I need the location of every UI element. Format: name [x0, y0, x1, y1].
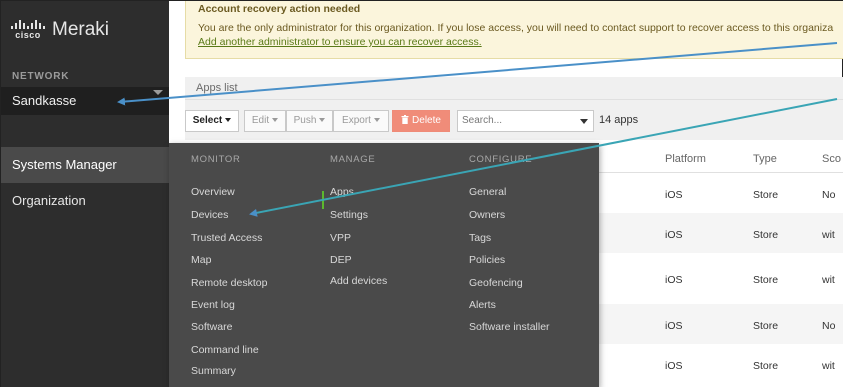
menu-header-manage: MANAGE	[330, 154, 376, 165]
account-recovery-alert: Account recovery action needed You are t…	[185, 1, 843, 59]
select-label: Select	[192, 115, 223, 126]
cell-type: Store	[753, 229, 779, 241]
menu-item-command-line[interactable]: Command line	[191, 344, 259, 356]
menu-item-summary[interactable]: Summary	[191, 365, 236, 377]
cell-scope: wit	[822, 360, 835, 372]
menu-item-overview[interactable]: Overview	[191, 186, 235, 198]
panel-header: Apps list	[185, 77, 843, 100]
menu-item-owners[interactable]: Owners	[469, 209, 505, 221]
menu-item-geofencing[interactable]: Geofencing	[469, 277, 523, 289]
column-header-platform[interactable]: Platform	[665, 153, 706, 165]
sidebar-item-label: Systems Manager	[12, 157, 117, 172]
menu-header-configure: CONFIGURE	[469, 154, 533, 165]
trash-icon	[401, 115, 409, 124]
apps-toolbar: Select Edit Push Export Delete Search...…	[185, 100, 843, 140]
cell-scope: wit	[822, 274, 835, 286]
menu-item-software-installer[interactable]: Software installer	[469, 321, 550, 333]
menu-item-dep[interactable]: DEP	[330, 254, 352, 266]
menu-header-monitor: MONITOR	[191, 154, 241, 165]
systems-manager-menu: MONITOR MANAGE CONFIGURE Overview Device…	[169, 143, 599, 387]
caret-down-icon	[272, 118, 279, 123]
search-input[interactable]: Search...	[457, 110, 594, 132]
cell-scope: wit	[822, 229, 835, 241]
push-button[interactable]: Push	[286, 110, 333, 132]
network-label: NETWORK	[12, 71, 70, 82]
menu-item-add-devices[interactable]: Add devices	[330, 275, 387, 287]
export-label: Export	[342, 115, 371, 126]
chevron-down-icon[interactable]	[580, 119, 588, 124]
cell-scope: No	[822, 189, 836, 201]
edit-label: Edit	[251, 115, 270, 126]
cell-type: Store	[753, 189, 779, 201]
meraki-wordmark: Meraki	[52, 19, 110, 40]
cell-platform: iOS	[665, 229, 683, 241]
alert-body: You are the only administrator for this …	[198, 22, 834, 34]
cell-platform: iOS	[665, 189, 683, 201]
network-name: Sandkasse	[12, 93, 77, 108]
cisco-wordmark: cisco	[15, 30, 41, 40]
column-header-type[interactable]: Type	[753, 153, 777, 165]
menu-item-event-log[interactable]: Event log	[191, 299, 235, 311]
sidebar-item-organization[interactable]: Organization	[12, 193, 86, 208]
active-indicator	[322, 191, 324, 209]
menu-item-trusted-access[interactable]: Trusted Access	[191, 232, 262, 244]
menu-item-map[interactable]: Map	[191, 254, 211, 266]
menu-item-remote-desktop[interactable]: Remote desktop	[191, 277, 267, 289]
menu-item-software[interactable]: Software	[191, 321, 232, 333]
cell-type: Store	[753, 274, 779, 286]
cisco-meraki-logo[interactable]: cisco Meraki	[11, 19, 109, 41]
menu-item-policies[interactable]: Policies	[469, 254, 505, 266]
search-placeholder: Search...	[462, 115, 503, 126]
chevron-down-icon	[153, 90, 163, 95]
cell-platform: iOS	[665, 274, 683, 286]
menu-item-tags[interactable]: Tags	[469, 232, 491, 244]
caret-down-icon	[225, 118, 232, 123]
push-label: Push	[293, 115, 317, 126]
add-administrator-link[interactable]: Add another administrator to ensure you …	[198, 36, 831, 48]
network-selector[interactable]: Sandkasse	[1, 87, 169, 115]
caret-down-icon	[319, 118, 326, 123]
menu-item-apps[interactable]: Apps	[330, 186, 354, 198]
delete-button[interactable]: Delete	[392, 110, 450, 132]
sidebar: cisco Meraki NETWORK Sandkasse Systems M…	[1, 1, 169, 387]
export-button[interactable]: Export	[333, 110, 389, 132]
cell-type: Store	[753, 320, 779, 332]
cell-platform: iOS	[665, 320, 683, 332]
edit-button[interactable]: Edit	[244, 110, 286, 132]
cell-type: Store	[753, 360, 779, 372]
menu-item-settings[interactable]: Settings	[330, 209, 368, 221]
menu-item-alerts[interactable]: Alerts	[469, 299, 496, 311]
panel-title: Apps list	[196, 82, 238, 94]
menu-item-devices[interactable]: Devices	[191, 209, 228, 221]
select-button[interactable]: Select	[185, 110, 239, 132]
caret-down-icon	[373, 118, 380, 123]
alert-title: Account recovery action needed	[198, 3, 361, 15]
delete-label: Delete	[412, 115, 441, 126]
menu-item-vpp[interactable]: VPP	[330, 232, 351, 244]
cell-platform: iOS	[665, 360, 683, 372]
cisco-logo-icon: cisco	[11, 20, 45, 40]
menu-item-general[interactable]: General	[469, 186, 506, 198]
column-header-scope[interactable]: Sco	[822, 153, 841, 165]
cell-scope: No	[822, 320, 836, 332]
apps-count: 14 apps	[599, 114, 639, 126]
sidebar-item-systems-manager[interactable]: Systems Manager	[1, 147, 169, 183]
